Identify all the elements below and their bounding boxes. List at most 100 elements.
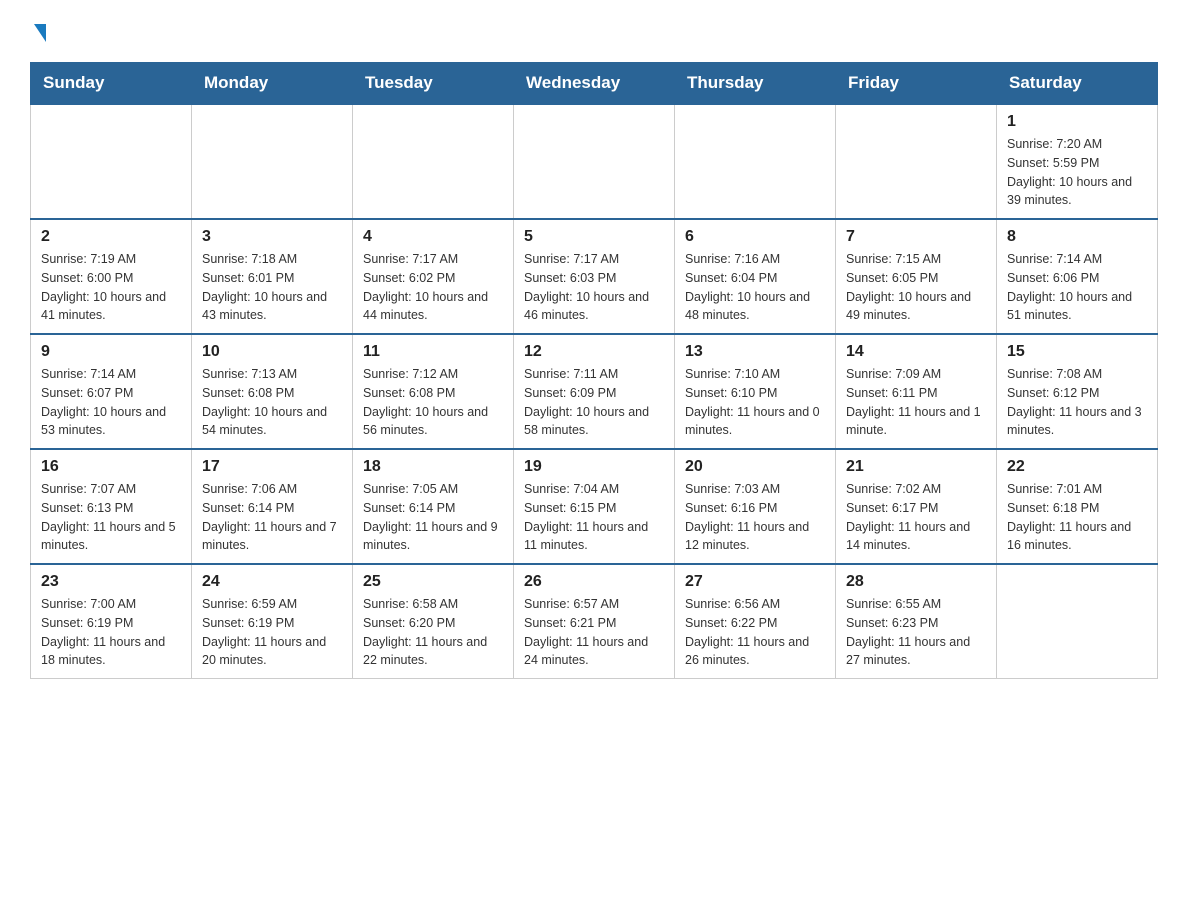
day-number: 23 <box>41 573 181 591</box>
day-info: Sunrise: 6:59 AM Sunset: 6:19 PM Dayligh… <box>202 595 342 670</box>
day-number: 8 <box>1007 228 1147 246</box>
calendar-week-row: 2 Sunrise: 7:19 AM Sunset: 6:00 PM Daylig… <box>31 219 1158 334</box>
calendar-cell: 5Sunrise: 7:17 AM Sunset: 6:03 PM Daylig… <box>514 219 675 334</box>
day-info: Sunrise: 7:09 AM Sunset: 6:11 PM Dayligh… <box>846 365 986 440</box>
day-info: Sunrise: 7:19 AM Sunset: 6:00 PM Dayligh… <box>41 250 181 325</box>
day-info: Sunrise: 7:18 AM Sunset: 6:01 PM Dayligh… <box>202 250 342 325</box>
calendar-cell <box>353 104 514 219</box>
calendar-cell <box>836 104 997 219</box>
day-number: 28 <box>846 573 986 591</box>
day-info: Sunrise: 7:04 AM Sunset: 6:15 PM Dayligh… <box>524 480 664 555</box>
calendar-week-row: 23 Sunrise: 7:00 AM Sunset: 6:19 PM Dayli… <box>31 564 1158 679</box>
day-number: 4 <box>363 228 503 246</box>
calendar-cell: 8 Sunrise: 7:14 AM Sunset: 6:06 PM Daylig… <box>997 219 1158 334</box>
day-info: Sunrise: 7:05 AM Sunset: 6:14 PM Dayligh… <box>363 480 503 555</box>
day-info: Sunrise: 7:14 AM Sunset: 6:06 PM Dayligh… <box>1007 250 1147 325</box>
day-info: Sunrise: 7:15 AM Sunset: 6:05 PM Dayligh… <box>846 250 986 325</box>
calendar-cell: 27 Sunrise: 6:56 AM Sunset: 6:22 PM Dayli… <box>675 564 836 679</box>
day-number: 19 <box>524 458 664 476</box>
logo <box>30 20 46 42</box>
calendar-cell: 13Sunrise: 7:10 AM Sunset: 6:10 PM Dayli… <box>675 334 836 449</box>
day-number: 2 <box>41 228 181 246</box>
day-info: Sunrise: 6:56 AM Sunset: 6:22 PM Dayligh… <box>685 595 825 670</box>
logo-arrow-icon <box>34 24 46 42</box>
calendar-header-row: SundayMondayTuesdayWednesdayThursdayFrid… <box>31 63 1158 105</box>
day-header-tuesday: Tuesday <box>353 63 514 105</box>
day-number: 3 <box>202 228 342 246</box>
day-info: Sunrise: 7:00 AM Sunset: 6:19 PM Dayligh… <box>41 595 181 670</box>
day-info: Sunrise: 7:07 AM Sunset: 6:13 PM Dayligh… <box>41 480 181 555</box>
day-number: 24 <box>202 573 342 591</box>
day-number: 21 <box>846 458 986 476</box>
calendar-cell: 15 Sunrise: 7:08 AM Sunset: 6:12 PM Dayli… <box>997 334 1158 449</box>
day-number: 1 <box>1007 113 1147 131</box>
day-info: Sunrise: 7:02 AM Sunset: 6:17 PM Dayligh… <box>846 480 986 555</box>
day-info: Sunrise: 7:11 AM Sunset: 6:09 PM Dayligh… <box>524 365 664 440</box>
day-info: Sunrise: 7:14 AM Sunset: 6:07 PM Dayligh… <box>41 365 181 440</box>
day-info: Sunrise: 6:55 AM Sunset: 6:23 PM Dayligh… <box>846 595 986 670</box>
day-number: 17 <box>202 458 342 476</box>
calendar-cell: 14 Sunrise: 7:09 AM Sunset: 6:11 PM Dayli… <box>836 334 997 449</box>
calendar-cell <box>31 104 192 219</box>
calendar-cell: 22 Sunrise: 7:01 AM Sunset: 6:18 PM Dayli… <box>997 449 1158 564</box>
calendar-cell: 7 Sunrise: 7:15 AM Sunset: 6:05 PM Daylig… <box>836 219 997 334</box>
day-info: Sunrise: 7:12 AM Sunset: 6:08 PM Dayligh… <box>363 365 503 440</box>
day-info: Sunrise: 7:17 AM Sunset: 6:03 PM Dayligh… <box>524 250 664 325</box>
calendar-week-row: 1 Sunrise: 7:20 AM Sunset: 5:59 PM Daylig… <box>31 104 1158 219</box>
day-number: 11 <box>363 343 503 361</box>
calendar-cell: 9 Sunrise: 7:14 AM Sunset: 6:07 PM Daylig… <box>31 334 192 449</box>
day-number: 27 <box>685 573 825 591</box>
day-number: 10 <box>202 343 342 361</box>
day-info: Sunrise: 7:01 AM Sunset: 6:18 PM Dayligh… <box>1007 480 1147 555</box>
calendar-cell: 18 Sunrise: 7:05 AM Sunset: 6:14 PM Dayli… <box>353 449 514 564</box>
day-number: 7 <box>846 228 986 246</box>
calendar-table: SundayMondayTuesdayWednesdayThursdayFrid… <box>30 62 1158 679</box>
day-info: Sunrise: 7:08 AM Sunset: 6:12 PM Dayligh… <box>1007 365 1147 440</box>
calendar-cell <box>675 104 836 219</box>
day-info: Sunrise: 7:10 AM Sunset: 6:10 PM Dayligh… <box>685 365 825 440</box>
day-info: Sunrise: 7:13 AM Sunset: 6:08 PM Dayligh… <box>202 365 342 440</box>
calendar-cell: 10 Sunrise: 7:13 AM Sunset: 6:08 PM Dayli… <box>192 334 353 449</box>
calendar-cell: 19 Sunrise: 7:04 AM Sunset: 6:15 PM Dayli… <box>514 449 675 564</box>
calendar-cell: 24 Sunrise: 6:59 AM Sunset: 6:19 PM Dayli… <box>192 564 353 679</box>
day-info: Sunrise: 7:16 AM Sunset: 6:04 PM Dayligh… <box>685 250 825 325</box>
day-info: Sunrise: 6:57 AM Sunset: 6:21 PM Dayligh… <box>524 595 664 670</box>
day-header-monday: Monday <box>192 63 353 105</box>
day-number: 26 <box>524 573 664 591</box>
calendar-cell: 20 Sunrise: 7:03 AM Sunset: 6:16 PM Dayli… <box>675 449 836 564</box>
calendar-cell <box>514 104 675 219</box>
calendar-cell: 2 Sunrise: 7:19 AM Sunset: 6:00 PM Daylig… <box>31 219 192 334</box>
calendar-week-row: 16 Sunrise: 7:07 AM Sunset: 6:13 PM Dayli… <box>31 449 1158 564</box>
calendar-cell: 23 Sunrise: 7:00 AM Sunset: 6:19 PM Dayli… <box>31 564 192 679</box>
day-number: 22 <box>1007 458 1147 476</box>
calendar-cell: 6 Sunrise: 7:16 AM Sunset: 6:04 PM Daylig… <box>675 219 836 334</box>
calendar-cell: 4 Sunrise: 7:17 AM Sunset: 6:02 PM Daylig… <box>353 219 514 334</box>
day-info: Sunrise: 7:17 AM Sunset: 6:02 PM Dayligh… <box>363 250 503 325</box>
day-info: Sunrise: 6:58 AM Sunset: 6:20 PM Dayligh… <box>363 595 503 670</box>
day-info: Sunrise: 7:20 AM Sunset: 5:59 PM Dayligh… <box>1007 135 1147 210</box>
calendar-cell: 28 Sunrise: 6:55 AM Sunset: 6:23 PM Dayli… <box>836 564 997 679</box>
calendar-cell: 12 Sunrise: 7:11 AM Sunset: 6:09 PM Dayli… <box>514 334 675 449</box>
calendar-cell <box>192 104 353 219</box>
calendar-week-row: 9 Sunrise: 7:14 AM Sunset: 6:07 PM Daylig… <box>31 334 1158 449</box>
page-header <box>30 20 1158 42</box>
calendar-cell: 1 Sunrise: 7:20 AM Sunset: 5:59 PM Daylig… <box>997 104 1158 219</box>
day-number: 9 <box>41 343 181 361</box>
calendar-cell: 21 Sunrise: 7:02 AM Sunset: 6:17 PM Dayli… <box>836 449 997 564</box>
day-number: 20 <box>685 458 825 476</box>
day-info: Sunrise: 7:03 AM Sunset: 6:16 PM Dayligh… <box>685 480 825 555</box>
day-number: 6 <box>685 228 825 246</box>
calendar-cell: 3 Sunrise: 7:18 AM Sunset: 6:01 PM Daylig… <box>192 219 353 334</box>
calendar-cell: 26 Sunrise: 6:57 AM Sunset: 6:21 PM Dayli… <box>514 564 675 679</box>
day-header-wednesday: Wednesday <box>514 63 675 105</box>
day-number: 12 <box>524 343 664 361</box>
day-number: 14 <box>846 343 986 361</box>
day-number: 18 <box>363 458 503 476</box>
day-header-friday: Friday <box>836 63 997 105</box>
day-info: Sunrise: 7:06 AM Sunset: 6:14 PM Dayligh… <box>202 480 342 555</box>
day-number: 15 <box>1007 343 1147 361</box>
day-number: 16 <box>41 458 181 476</box>
day-number: 25 <box>363 573 503 591</box>
day-header-thursday: Thursday <box>675 63 836 105</box>
calendar-cell: 25 Sunrise: 6:58 AM Sunset: 6:20 PM Dayli… <box>353 564 514 679</box>
